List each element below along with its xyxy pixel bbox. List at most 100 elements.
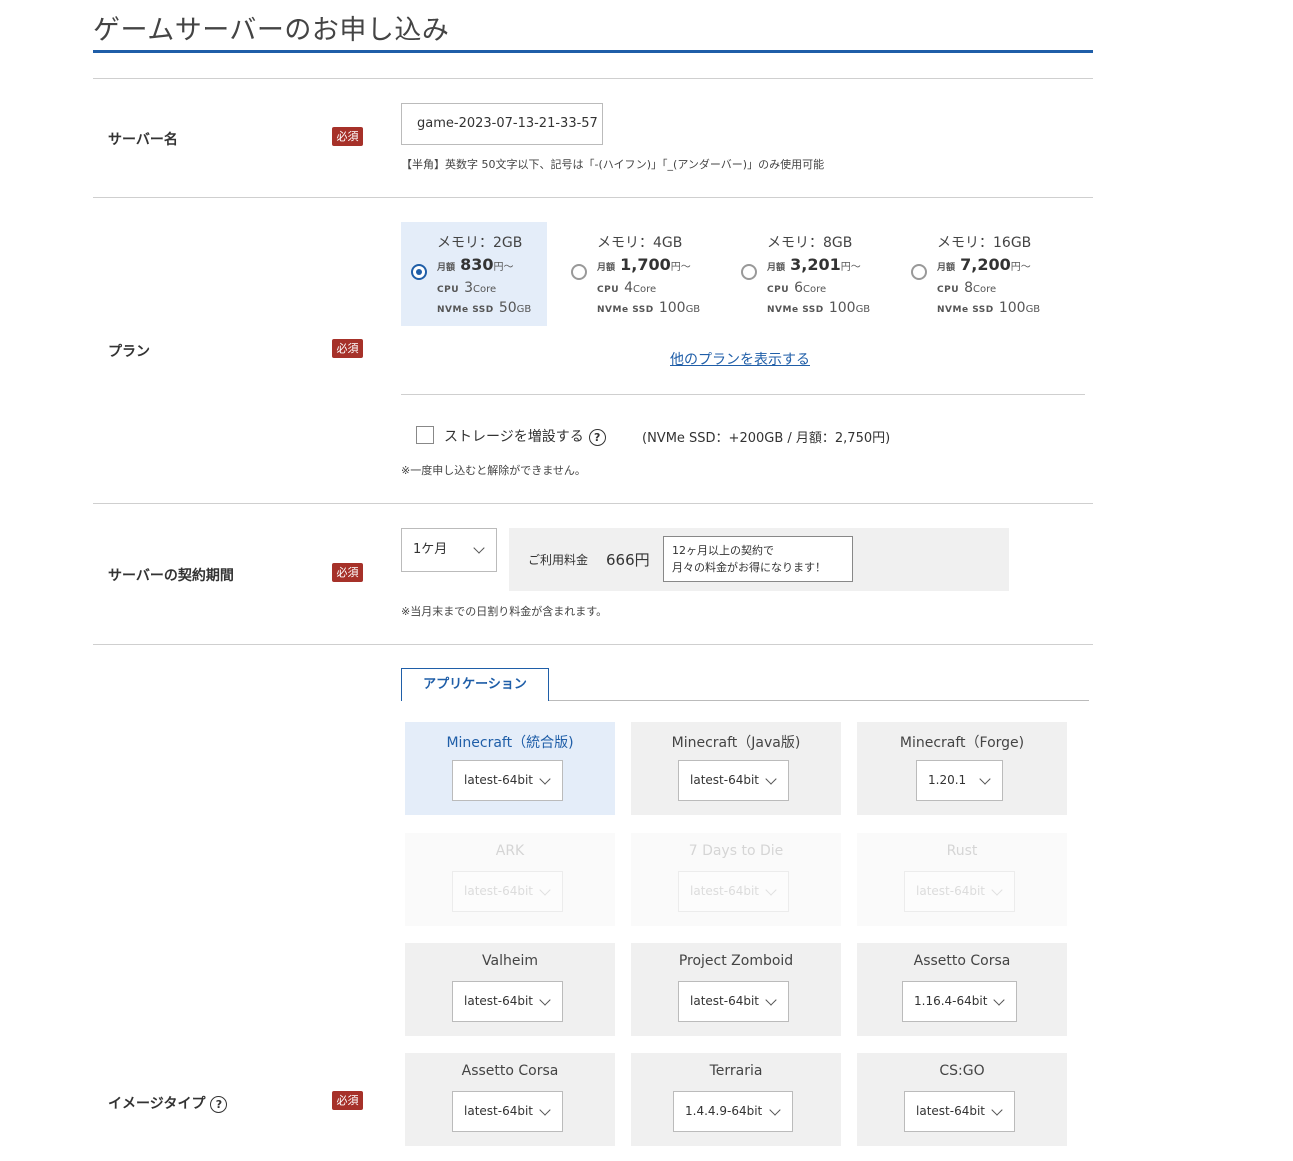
chevron-down-icon [473,542,485,554]
version-select[interactable]: latest-64bit [452,1091,563,1132]
app-card-valheim[interactable]: Valheim latest-64bit [405,943,615,1036]
price-unit: 円～ [670,262,691,273]
plan-cpu: CPU 3Core [437,277,496,296]
ssd-label: NVMe SSD [767,305,824,315]
cpu-unit: Core [803,284,827,295]
version-select[interactable]: latest-64bit [452,981,563,1022]
version-value: 1.16.4-64bit [914,994,988,1008]
radio-icon[interactable] [741,264,757,280]
price-value: 7,200 [960,255,1011,274]
version-select[interactable]: 1.20.1 [916,760,1003,801]
cpu-label: CPU [937,285,960,295]
chevron-down-icon [991,1104,1003,1116]
version-value: 1.20.1 [928,773,967,787]
plan-option-2gb[interactable]: メモリ：2GB 月額 830円～ CPU 3Core NVMe SSD 50GB [401,222,547,326]
tab-application[interactable]: アプリケーション [401,668,549,701]
show-more-plans-link[interactable]: 他のプランを表示する [670,349,810,369]
app-card-csgo[interactable]: CS:GO latest-64bit [857,1053,1067,1146]
app-card-assetto-corsa[interactable]: Assetto Corsa latest-64bit [405,1053,615,1146]
help-icon[interactable]: ? [588,428,606,446]
plan-price: 月額 830円～ [437,255,514,274]
plan-cpu: CPU 4Core [597,277,656,296]
add-storage-text: ストレージを増設する [444,429,584,445]
plan-option-4gb[interactable]: メモリ：4GB 月額 1,700円～ CPU 4Core NVMe SSD 10… [561,222,707,326]
divider [401,394,1085,395]
cpu-value: 6 [794,280,804,296]
fee-label: ご利用料金 [528,553,589,567]
ssd-label: NVMe SSD [937,305,994,315]
app-name: CS:GO [939,1063,985,1079]
plan-cpu: CPU 8Core [937,277,996,296]
plan-ssd: NVMe SSD 100GB [937,297,1040,316]
ssd-unit: GB [516,304,532,315]
version-value: latest-64bit [464,1104,533,1118]
ssd-value: 100 [828,300,856,316]
version-select[interactable]: latest-64bit [904,1091,1015,1132]
ssd-label: NVMe SSD [597,305,654,315]
cpu-value: 8 [964,280,974,296]
version-select[interactable]: latest-64bit [678,981,789,1022]
plan-option-8gb[interactable]: メモリ：8GB 月額 3,201円～ CPU 6Core NVMe SSD 10… [731,222,877,326]
required-badge: 必須 [332,1091,363,1110]
contract-period-value: 1ケ月 [413,542,448,557]
storage-note: ※一度申し込むと解除ができません。 [401,464,586,477]
radio-selected-icon[interactable] [411,264,427,280]
server-name-input[interactable]: game-2023-07-13-21-33-57 [401,103,603,145]
ssd-label: NVMe SSD [437,305,494,315]
price-value: 830 [460,255,494,274]
page-title: ゲームサーバーのお申し込み [93,15,450,46]
price-value: 3,201 [790,255,841,274]
ssd-value: 50 [498,300,517,316]
app-card-minecraft-bedrock[interactable]: Minecraft（統合版) latest-64bit [405,722,615,815]
chevron-down-icon [979,773,991,785]
price-unit: 円～ [840,262,861,273]
required-badge: 必須 [332,127,363,146]
ssd-unit: GB [685,304,701,315]
plan-price: 月額 7,200円～ [937,255,1031,274]
app-name: Minecraft（統合版) [446,735,574,751]
chevron-down-icon [765,994,777,1006]
app-card-assetto-corsa[interactable]: Assetto Corsa 1.16.4-64bit [857,943,1067,1036]
version-select: latest-64bit [452,871,563,912]
version-value: latest-64bit [464,884,533,898]
plan-memory: メモリ：2GB [437,235,523,251]
app-name: Assetto Corsa [913,953,1011,969]
version-select[interactable]: 1.4.4.9-64bit [673,1091,793,1132]
app-card-minecraft-java[interactable]: Minecraft（Java版) latest-64bit [631,722,841,815]
radio-icon[interactable] [571,264,587,280]
plan-price: 月額 1,700円～ [597,255,691,274]
monthly-label: 月額 [767,263,786,273]
cpu-unit: Core [973,284,997,295]
plan-label: プラン [108,344,150,360]
version-select[interactable]: latest-64bit [452,760,563,801]
app-card-7-days-to-die: 7 Days to Die latest-64bit [631,833,841,926]
add-storage-checkbox[interactable] [416,426,434,444]
version-select: latest-64bit [678,871,789,912]
plan-option-16gb[interactable]: メモリ：16GB 月額 7,200円～ CPU 8Core NVMe SSD 1… [901,222,1047,326]
app-card-project-zomboid[interactable]: Project Zomboid latest-64bit [631,943,841,1036]
contract-period-select[interactable]: 1ケ月 [401,528,497,572]
version-value: latest-64bit [690,773,759,787]
plan-memory: メモリ：4GB [597,235,683,251]
chevron-down-icon [539,884,551,896]
app-card-terraria[interactable]: Terraria 1.4.4.9-64bit [631,1053,841,1146]
radio-icon[interactable] [911,264,927,280]
price-value: 1,700 [620,255,671,274]
fee-note-line: 月々の料金がお得になります！ [672,561,826,574]
app-name: Assetto Corsa [461,1063,559,1079]
cpu-label: CPU [437,285,460,295]
version-select[interactable]: 1.16.4-64bit [902,981,1017,1022]
app-name: Rust [946,843,978,859]
storage-info: (NVMe SSD：+200GB / 月額：2,750円) [642,431,891,446]
chevron-down-icon [769,1104,781,1116]
help-icon[interactable]: ? [210,1095,228,1113]
app-card-minecraft-forge[interactable]: Minecraft（Forge) 1.20.1 [857,722,1067,815]
add-storage-label[interactable]: ストレージを増設する? [444,426,606,446]
price-unit: 円～ [1010,262,1031,273]
contract-period-label: サーバーの契約期間 [108,568,234,584]
version-select[interactable]: latest-64bit [678,760,789,801]
version-value: latest-64bit [464,773,533,787]
ssd-value: 100 [658,300,686,316]
chevron-down-icon [539,773,551,785]
plan-ssd: NVMe SSD 100GB [597,297,700,316]
